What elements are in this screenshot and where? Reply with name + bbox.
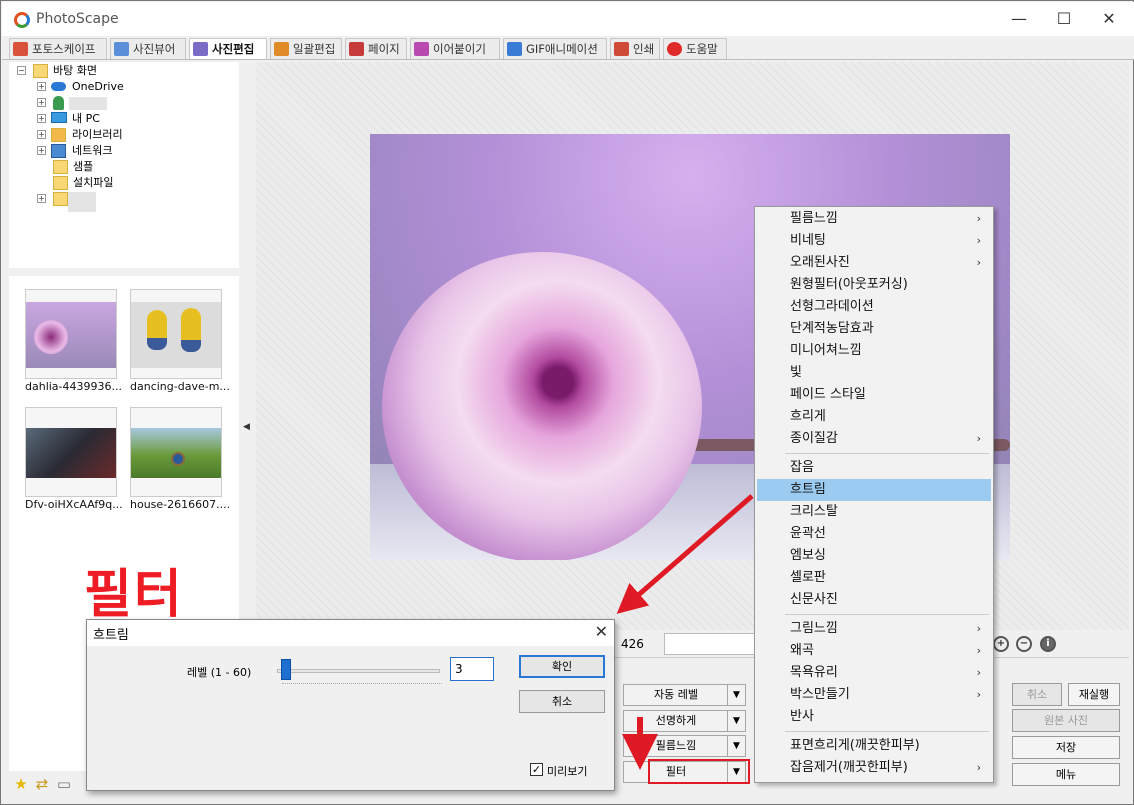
arrow-to-dialog — [616, 494, 754, 614]
annotation-arrows — [616, 494, 754, 770]
